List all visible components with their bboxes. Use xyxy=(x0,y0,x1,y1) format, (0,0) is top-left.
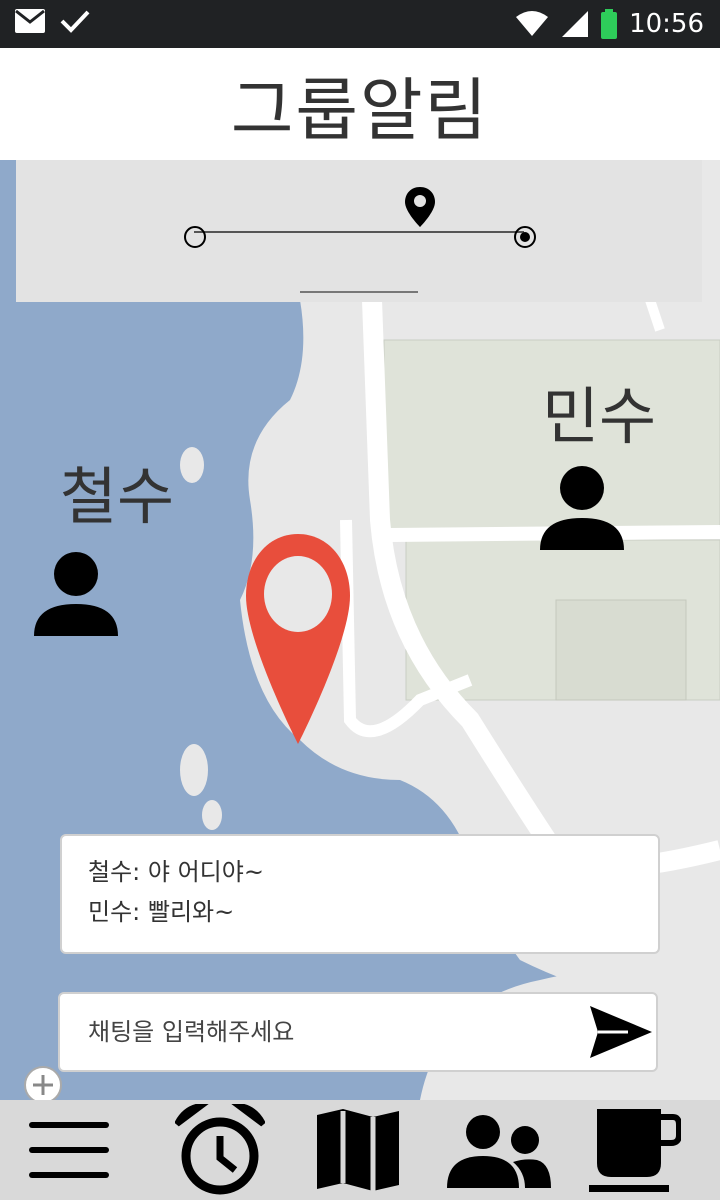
chat-message: 철수: 야 어디야~ xyxy=(88,858,264,886)
chat-message: 민수: 빨리와~ xyxy=(88,898,235,926)
page-title: 그룹알림 xyxy=(230,71,490,151)
mail-icon xyxy=(15,9,45,33)
person-label-cheolsu: 철수 xyxy=(60,460,175,533)
person-label-minsu: 민수 xyxy=(542,380,657,453)
rock-2 xyxy=(202,800,222,830)
meeting-point-pin-icon[interactable] xyxy=(244,532,352,746)
nav-menu[interactable] xyxy=(24,1100,114,1200)
nav-map[interactable] xyxy=(310,1100,406,1200)
status-bar: 10:56 xyxy=(0,0,720,48)
status-bar-left xyxy=(14,8,90,34)
chat-input-container xyxy=(58,992,658,1072)
panel-drag-handle[interactable] xyxy=(300,291,418,293)
status-time: 10:56 xyxy=(629,9,704,39)
alarm-clock-icon xyxy=(175,1104,265,1195)
person-icon[interactable] xyxy=(30,546,122,638)
rock-1 xyxy=(180,744,208,796)
battery-icon xyxy=(601,9,618,39)
building-block-3 xyxy=(555,599,687,701)
map-icon xyxy=(317,1109,399,1191)
slider-track[interactable] xyxy=(194,231,524,233)
status-bar-right: 10:56 xyxy=(515,0,704,48)
nav-cafe[interactable] xyxy=(584,1100,684,1200)
signal-icon xyxy=(562,11,589,37)
bottom-nav xyxy=(0,1100,720,1200)
nav-group[interactable] xyxy=(440,1100,556,1200)
location-pin-icon[interactable] xyxy=(404,186,436,228)
title-bar: 그룹알림 xyxy=(0,48,720,160)
group-icon xyxy=(447,1115,551,1188)
zoom-in-button[interactable] xyxy=(24,1066,62,1104)
coffee-cup-icon xyxy=(589,1109,681,1192)
slider-start-node[interactable] xyxy=(184,226,206,248)
chat-input[interactable] xyxy=(60,994,580,1070)
chat-messages-box: 철수: 야 어디야~ 민수: 빨리와~ xyxy=(60,834,660,954)
rock-3 xyxy=(180,447,204,483)
send-icon[interactable] xyxy=(588,1002,654,1062)
plus-icon xyxy=(33,1075,53,1095)
slider-end-node[interactable] xyxy=(514,226,536,248)
person-icon[interactable] xyxy=(536,460,628,552)
nav-alarm[interactable] xyxy=(172,1100,268,1200)
wifi-icon xyxy=(516,11,549,36)
check-icon xyxy=(60,10,90,33)
menu-icon xyxy=(29,1122,109,1178)
